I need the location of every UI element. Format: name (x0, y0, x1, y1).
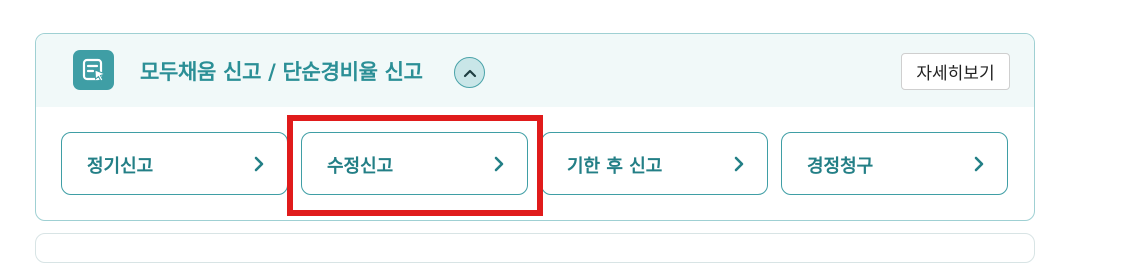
late-report-button[interactable]: 기한 후 신고 (541, 132, 768, 195)
button-label: 경정청구 (807, 156, 874, 177)
regular-report-button[interactable]: 정기신고 (61, 132, 288, 195)
amended-report-button[interactable]: 수정신고 (301, 132, 528, 195)
panel-title: 모두채움 신고 / 단순경비율 신고 (140, 60, 423, 84)
panel-header: 모두채움 신고 / 단순경비율 신고 자세히보기 (36, 34, 1034, 107)
correction-claim-button[interactable]: 경정청구 (781, 132, 1008, 195)
collapse-toggle[interactable] (454, 57, 485, 88)
button-label: 정기신고 (87, 156, 154, 177)
document-cursor-icon (73, 50, 114, 90)
chevron-right-icon (254, 156, 264, 172)
chevron-right-icon (494, 156, 504, 172)
chevron-up-icon (463, 69, 476, 77)
next-panel (35, 233, 1035, 263)
chevron-right-icon (734, 156, 744, 172)
view-details-button[interactable]: 자세히보기 (901, 53, 1010, 90)
button-label: 수정신고 (327, 156, 394, 177)
report-panel: 모두채움 신고 / 단순경비율 신고 자세히보기 정기신고 수정신고 기한 후 … (35, 33, 1035, 221)
button-label: 기한 후 신고 (567, 156, 663, 177)
chevron-right-icon (974, 156, 984, 172)
